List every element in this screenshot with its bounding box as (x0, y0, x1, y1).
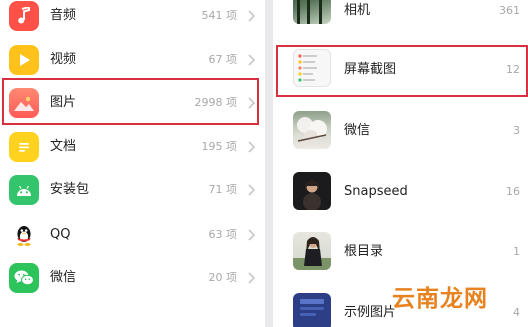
album-label: 示例图片 (344, 305, 397, 320)
album-count: 1 (513, 245, 520, 258)
category-label: 安装包 (50, 182, 90, 197)
category-count: 20 项 (208, 271, 238, 284)
category-label: 音频 (50, 8, 77, 23)
document-icon (9, 132, 39, 162)
landscape-image-icon (9, 88, 39, 118)
category-row-apk[interactable]: 安装包 71 项 (0, 175, 265, 219)
album-label: Snapseed (344, 184, 408, 199)
album-label: 微信 (344, 123, 371, 138)
category-label: 视频 (50, 52, 77, 67)
category-row-documents[interactable]: 文档 195 项 (0, 132, 265, 176)
album-list-panel: 相机 361 屏幕截图 12 微信 3 Snapseed 16 根目录 1 示例… (273, 0, 528, 327)
category-count: 2998 项 (194, 96, 238, 109)
album-count: 361 (499, 4, 520, 17)
wechat-icon (9, 263, 39, 293)
play-icon (9, 45, 39, 75)
category-label: QQ (50, 227, 71, 242)
chevron-right-icon (248, 10, 256, 22)
album-thumbnail (293, 111, 331, 149)
album-count: 16 (506, 185, 520, 198)
album-thumbnail (293, 0, 331, 24)
category-count: 67 项 (208, 53, 238, 66)
chevron-right-icon (248, 184, 256, 196)
album-thumbnail (293, 232, 331, 270)
chevron-right-icon (248, 54, 256, 66)
category-row-wechat[interactable]: 微信 20 项 (0, 263, 265, 307)
album-label: 根目录 (344, 244, 384, 259)
category-count: 63 项 (208, 228, 238, 241)
album-count: 4 (513, 306, 520, 319)
qq-penguin-icon (9, 220, 39, 250)
album-thumbnail (293, 49, 331, 87)
album-label: 相机 (344, 3, 371, 18)
album-thumbnail (293, 172, 331, 210)
music-note-icon (9, 1, 39, 31)
album-thumbnail (293, 293, 331, 327)
watermark: 云南龙网 (392, 286, 488, 312)
category-list-panel: 音频 541 项 视频 67 项 图片 2998 项 文档 195 项 安装包 … (0, 0, 265, 327)
category-row-audio[interactable]: 音频 541 项 (0, 1, 265, 45)
category-row-qq[interactable]: QQ 63 项 (0, 220, 265, 264)
android-icon (9, 175, 39, 205)
category-label: 文档 (50, 139, 77, 154)
chevron-right-icon (248, 97, 256, 109)
category-count: 541 项 (201, 9, 238, 22)
category-label: 微信 (50, 270, 77, 285)
album-count: 3 (513, 124, 520, 137)
category-label: 图片 (50, 95, 77, 110)
chevron-right-icon (248, 141, 256, 153)
category-count: 71 项 (208, 183, 238, 196)
chevron-right-icon (248, 229, 256, 241)
album-label: 屏幕截图 (344, 62, 397, 77)
album-count: 12 (506, 63, 520, 76)
category-row-images[interactable]: 图片 2998 项 (0, 88, 265, 132)
category-row-video[interactable]: 视频 67 项 (0, 45, 265, 89)
chevron-right-icon (248, 272, 256, 284)
category-count: 195 项 (201, 140, 238, 153)
